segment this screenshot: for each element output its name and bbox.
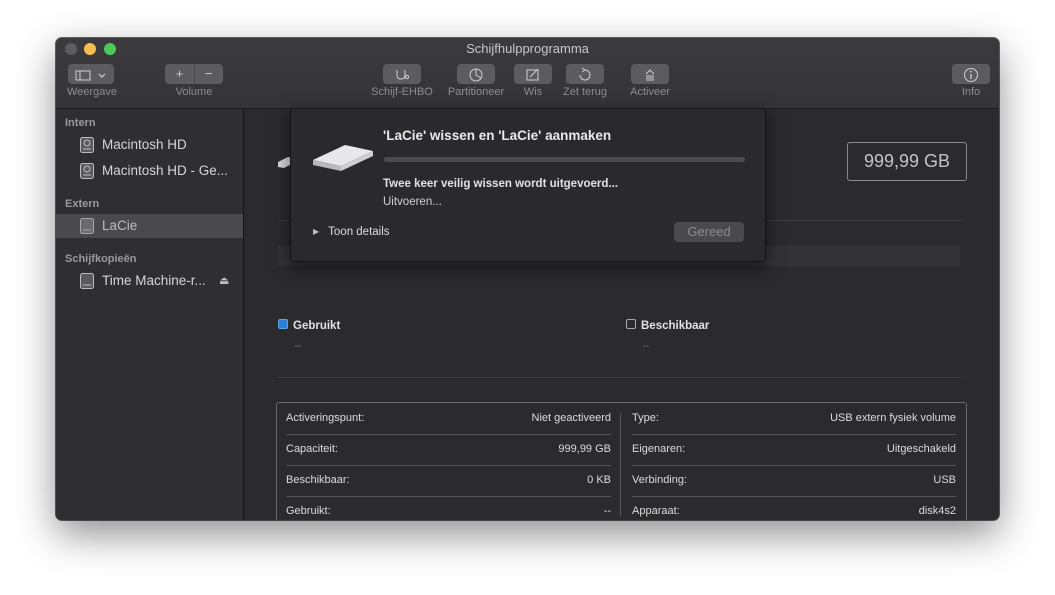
info-key: Beschikbaar: <box>286 474 350 486</box>
internal-disk-icon <box>80 137 94 153</box>
first-aid-button-face[interactable] <box>383 64 421 84</box>
info-key: Capaciteit: <box>286 443 338 455</box>
info-value: -- <box>603 505 611 517</box>
info-table: Activeringspunt: Niet geactiveerd Capaci… <box>276 402 967 520</box>
external-drive-icon <box>313 145 373 171</box>
volume-buttons: + − <box>165 64 223 84</box>
progress-bar <box>384 157 745 162</box>
mount-icon <box>645 68 655 81</box>
info-button[interactable]: Info <box>952 64 990 98</box>
info-value: USB <box>933 474 956 486</box>
info-value: 999,99 GB <box>558 443 611 455</box>
info-button-face[interactable] <box>952 64 990 84</box>
legend-available-label: Beschikbaar <box>641 320 710 332</box>
view-button[interactable]: Weergave <box>67 64 117 98</box>
external-disk-icon <box>80 218 94 234</box>
info-key: Type: <box>632 412 659 424</box>
info-key: Verbinding: <box>632 474 688 486</box>
mount-button-face[interactable] <box>631 64 669 84</box>
used-swatch <box>278 319 288 329</box>
sidebar-section-external: Extern <box>65 198 100 210</box>
erase-progress-sheet: 'LaCie' wissen en 'LaCie' aanmaken Twee … <box>290 109 766 262</box>
volume-label: Volume <box>175 86 213 98</box>
info-value: 0 KB <box>587 474 611 486</box>
info-row-mount-point: Activeringspunt: Niet geactiveerd <box>286 403 611 434</box>
disclosure-triangle-icon[interactable]: ▶ <box>313 227 319 236</box>
available-swatch <box>626 319 636 329</box>
volume-group: + − Volume <box>164 64 224 98</box>
info-icon <box>964 67 978 82</box>
info-row-capacity: Capaciteit: 999,99 GB <box>286 434 611 465</box>
erase-label: Wis <box>523 86 543 98</box>
partition-button-face[interactable] <box>457 64 495 84</box>
info-value: USB extern fysiek volume <box>830 412 956 424</box>
sheet-title: 'LaCie' wissen en 'LaCie' aanmaken <box>383 128 612 143</box>
sidebar-icon <box>75 70 106 81</box>
info-value: disk4s2 <box>918 505 956 517</box>
view-button-face[interactable] <box>68 64 114 84</box>
info-key: Eigenaren: <box>632 443 686 455</box>
disk-image-icon <box>80 273 94 289</box>
sidebar-section-disk-images: Schijfkopieën <box>65 253 137 265</box>
view-label: Weergave <box>67 86 117 98</box>
sheet-status: Twee keer veilig wissen wordt uitgevoerd… <box>383 178 618 190</box>
sidebar-item-label: Macintosh HD <box>102 137 187 152</box>
column-separator <box>620 413 621 517</box>
sidebar-item-label: Time Machine-r... <box>102 273 206 288</box>
info-key: Gebruikt: <box>286 505 331 517</box>
info-row-type: Type: USB extern fysiek volume <box>632 403 956 434</box>
show-details-label: Toon details <box>328 226 390 238</box>
sidebar: Intern Macintosh HD Macintosh HD - Ge...… <box>56 109 244 520</box>
legend-available-value: -- <box>642 340 650 352</box>
sidebar-item-time-machine[interactable]: Time Machine-r... ⏏ <box>56 269 243 293</box>
restore-button[interactable]: Zet terug <box>557 64 613 98</box>
first-aid-label: Schijf-EHBO <box>371 86 433 98</box>
sheet-substatus: Uitvoeren... <box>383 196 442 208</box>
info-row-available: Beschikbaar: 0 KB <box>286 465 611 496</box>
erase-icon <box>526 68 539 81</box>
info-label: Info <box>961 86 981 98</box>
restore-label: Zet terug <box>562 86 608 98</box>
sidebar-section-internal: Intern <box>65 117 96 129</box>
window-title: Schijfhulpprogramma <box>466 41 589 56</box>
divider <box>278 377 965 378</box>
mount-button[interactable]: Activeer <box>625 64 675 98</box>
erase-button[interactable]: Wis <box>512 64 554 98</box>
mount-label: Activeer <box>630 86 670 98</box>
stethoscope-icon <box>396 69 410 80</box>
info-row-used: Gebruikt: -- <box>286 496 611 520</box>
info-row-connection: Verbinding: USB <box>632 465 956 496</box>
legend-available: Beschikbaar <box>626 319 709 332</box>
restore-arrow-icon <box>579 67 591 81</box>
add-volume-button[interactable]: + <box>166 64 195 84</box>
remove-volume-button[interactable]: − <box>195 64 223 84</box>
sidebar-item-macintosh-hd-data[interactable]: Macintosh HD - Ge... <box>56 159 243 183</box>
done-button[interactable]: Gereed <box>674 222 744 242</box>
sidebar-item-label: Macintosh HD - Ge... <box>102 163 229 178</box>
disk-utility-window: Schijfhulpprogramma Weergave +− Volume <box>56 38 999 520</box>
pie-chart-icon <box>469 68 483 82</box>
sidebar-item-lacie[interactable]: LaCie <box>56 214 243 238</box>
toolbar: Schijfhulpprogramma Weergave +− Volume <box>56 38 999 109</box>
legend-used-label: Gebruikt <box>293 320 341 332</box>
first-aid-button[interactable]: Schijf-EHBO <box>369 64 435 98</box>
restore-button-face[interactable] <box>566 64 604 84</box>
info-row-device: Apparaat: disk4s2 <box>632 496 956 520</box>
partition-label: Partitioneer <box>447 86 505 98</box>
info-key: Activeringspunt: <box>286 412 365 424</box>
show-details-toggle[interactable]: ▶ Toon details <box>313 226 390 238</box>
eject-icon[interactable]: ⏏ <box>219 269 229 293</box>
sidebar-item-macintosh-hd[interactable]: Macintosh HD <box>56 133 243 157</box>
capacity-badge: 999,99 GB <box>847 142 967 181</box>
info-key: Apparaat: <box>632 505 680 517</box>
info-value: Niet geactiveerd <box>531 412 612 424</box>
sidebar-item-label: LaCie <box>102 218 138 233</box>
legend-used-value: -- <box>294 340 302 352</box>
legend-used: Gebruikt <box>278 319 340 332</box>
info-value: Uitgeschakeld <box>886 443 956 455</box>
info-row-owners: Eigenaren: Uitgeschakeld <box>632 434 956 465</box>
partition-button[interactable]: Partitioneer <box>443 64 509 98</box>
erase-button-face[interactable] <box>514 64 552 84</box>
internal-disk-icon <box>80 163 94 179</box>
